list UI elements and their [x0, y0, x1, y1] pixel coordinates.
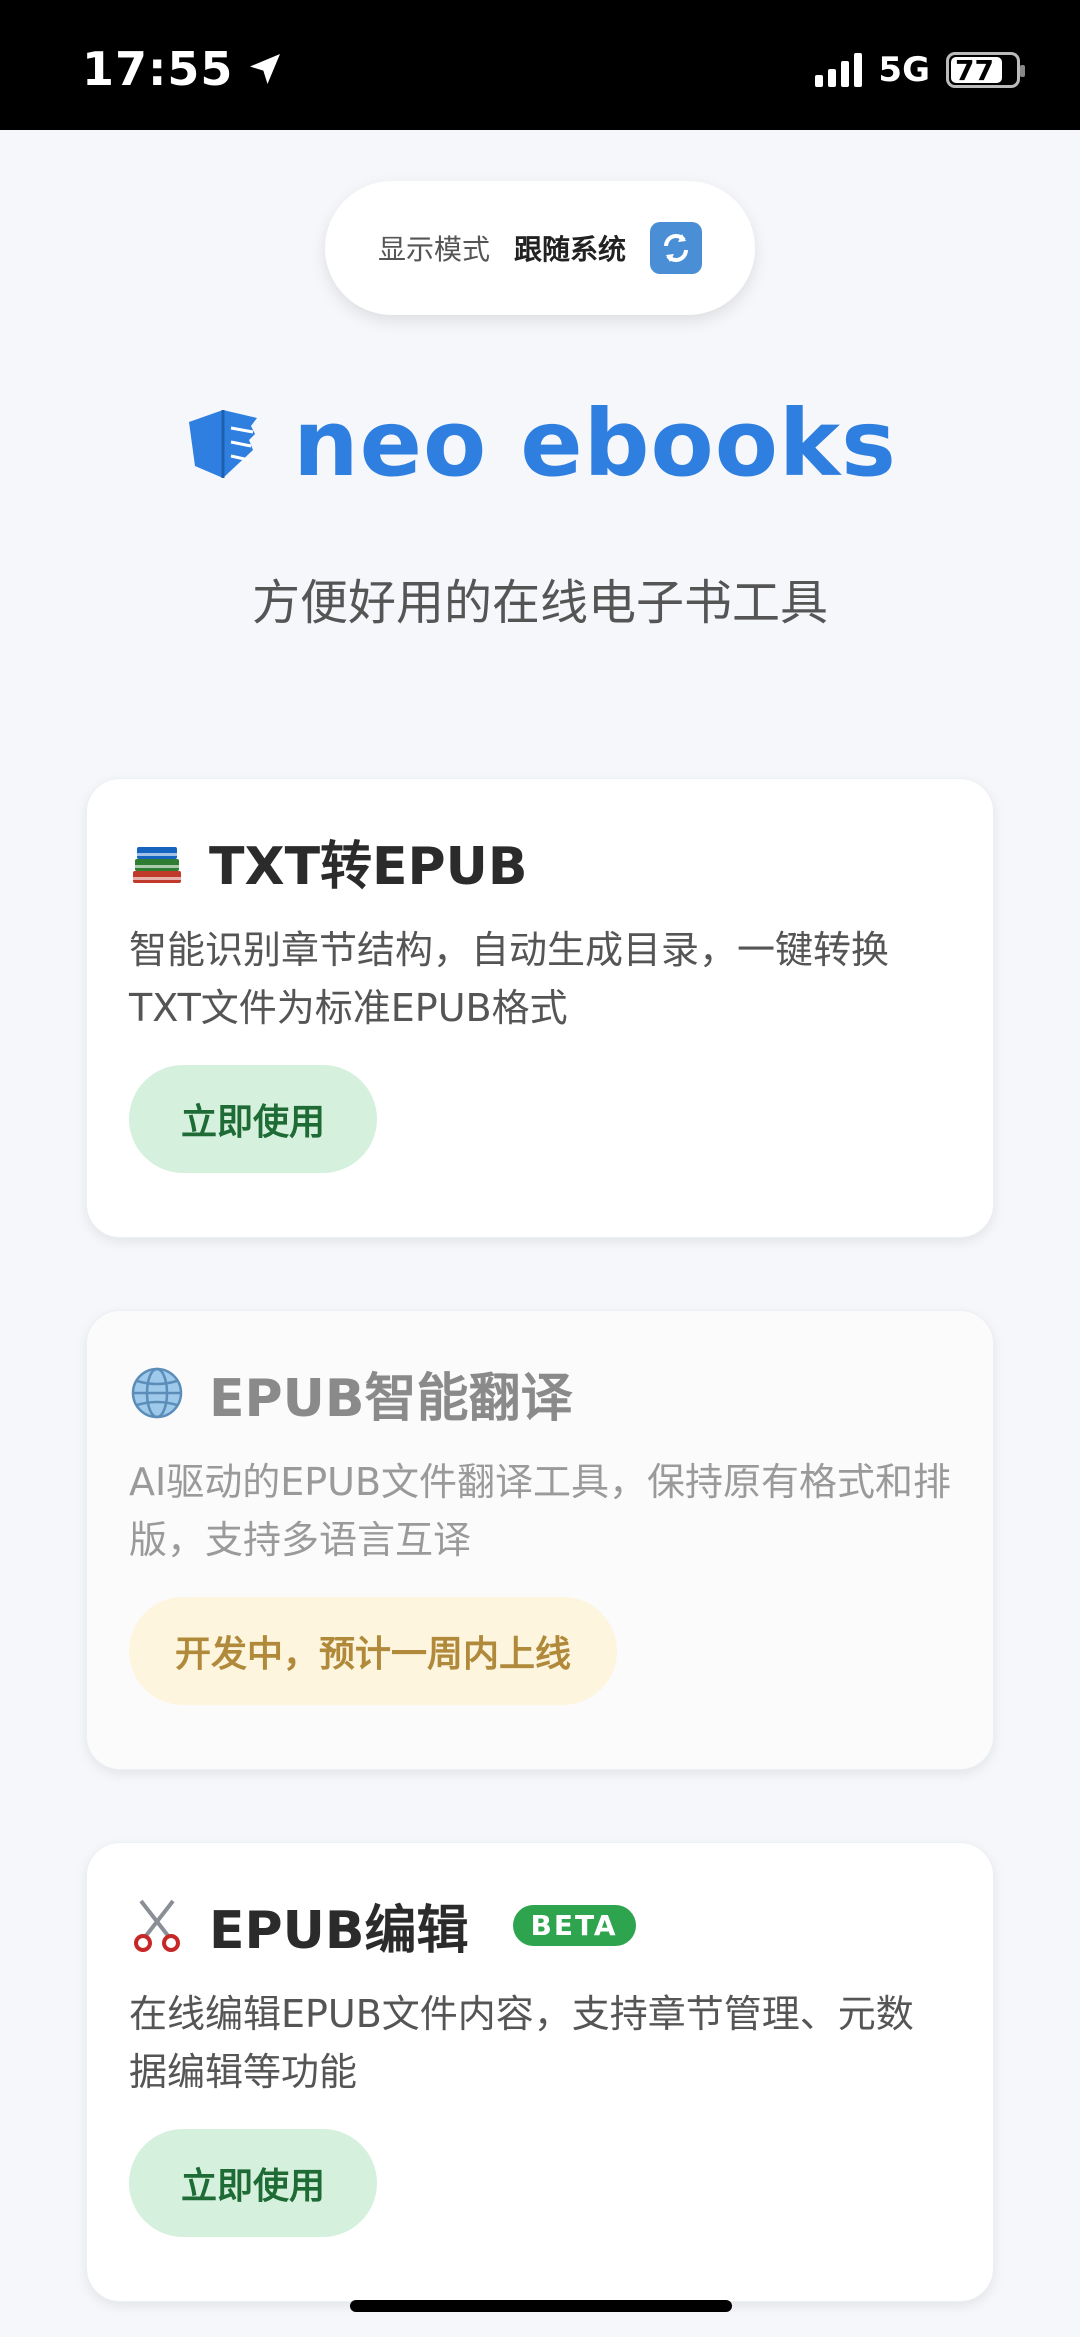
tool-card-epub-edit: EPUB编辑 BETA 在线编辑EPUB文件内容，支持章节管理、元数据编辑等功能… [86, 1842, 994, 2302]
books-icon [133, 847, 181, 883]
card-header: TXT转EPUB [129, 831, 951, 897]
status-time: 17:55 [82, 42, 234, 96]
status-time-group: 17:55 [82, 42, 285, 96]
signal-icon [815, 53, 863, 87]
card-title: TXT转EPUB [209, 836, 528, 897]
book-logo-icon [189, 409, 258, 478]
use-now-button[interactable]: 立即使用 [129, 2129, 377, 2237]
card-title: EPUB编辑 [209, 1900, 469, 1961]
brand-header: neo ebooks [0, 390, 1080, 497]
tool-card-txt-to-epub: TXT转EPUB 智能识别章节结构，自动生成目录，一键转换TXT文件为标准EPU… [86, 778, 994, 1238]
tool-card-epub-translate: EPUB智能翻译 AI驱动的EPUB文件翻译工具，保持原有格式和排版，支持多语言… [86, 1310, 994, 1770]
in-development-badge: 开发中，预计一周内上线 [129, 1597, 618, 1705]
beta-badge: BETA [512, 1904, 636, 1946]
card-description: 在线编辑EPUB文件内容，支持章节管理、元数据编辑等功能 [129, 1992, 914, 2094]
scissors-icon [134, 1899, 180, 1952]
home-indicator[interactable] [350, 2300, 732, 2312]
location-arrow-icon [250, 54, 281, 84]
battery-icon: 77 [946, 52, 1025, 88]
refresh-icon [650, 222, 703, 274]
brand-tagline: 方便好用的在线电子书工具 [251, 575, 828, 631]
card-title: EPUB智能翻译 [209, 1368, 573, 1429]
card-description: 智能识别章节结构，自动生成目录，一键转换TXT文件为标准EPUB格式 [129, 928, 890, 1030]
display-mode-toggle[interactable]: 显示模式 跟随系统 [325, 181, 755, 315]
card-description: AI驱动的EPUB文件翻译工具，保持原有格式和排版，支持多语言互译 [129, 1460, 952, 1562]
brand-name: neo ebooks [293, 390, 897, 497]
display-mode-label: 显示模式 [377, 233, 490, 266]
display-mode-value: 跟随系统 [514, 233, 627, 266]
status-bar: 17:55 5G 77 [0, 0, 1080, 130]
globe-icon [131, 1367, 183, 1419]
battery-level: 77 [955, 53, 994, 87]
network-type: 5G [878, 50, 930, 90]
status-right: 5G 77 [815, 50, 1025, 90]
use-now-button[interactable]: 立即使用 [129, 1065, 377, 1173]
card-header: EPUB智能翻译 [129, 1363, 951, 1429]
card-header: EPUB编辑 BETA [129, 1895, 951, 1961]
